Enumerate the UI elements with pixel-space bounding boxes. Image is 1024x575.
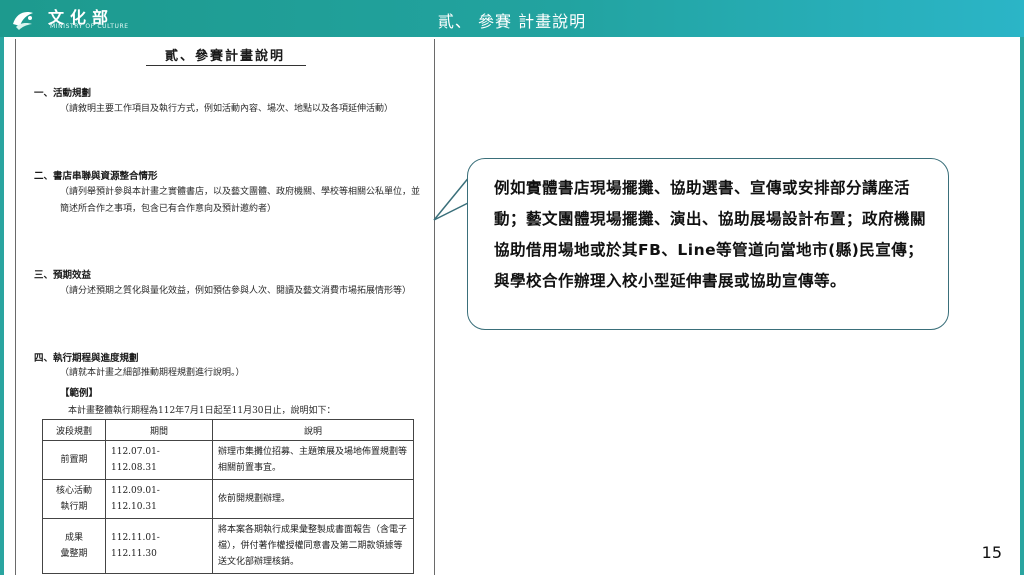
- cell-desc: 依前開規劃辦理。: [212, 479, 414, 519]
- section-text-2: （請列舉預計參與本計畫之實體書店，以及藝文團體、政府機關、學校等相關公私單位，並…: [60, 187, 421, 214]
- callout-pointer: [433, 175, 472, 221]
- cell-stage: 核心活動 執行期: [42, 479, 106, 519]
- cell-stage: 成果 彙整期: [42, 518, 106, 574]
- document-scan: 貳、參賽計畫說明 一、活動規劃 （請敘明主要工作項目及執行方式，例如活動內容、場…: [15, 39, 435, 575]
- section-text-1: （請敘明主要工作項目及執行方式，例如活動內容、場次、地點以及各項延伸活動）: [60, 104, 394, 114]
- document-title: 貳、參賽計畫說明: [164, 49, 285, 64]
- col-header-period: 期間: [105, 419, 213, 441]
- section-text-4: （請就本計畫之細部推動期程規劃進行說明。）: [60, 368, 245, 378]
- table-header-row: 波段規劃 期間 說明: [42, 419, 414, 441]
- header-bar: 文化部 MINISTRY OF CULTURE 貳、 參賽 計畫說明: [0, 0, 1024, 37]
- example-text: 本計畫整體執行期程為112年7月1日起至11月30日止，說明如下：: [68, 406, 336, 416]
- table-row: 成果 彙整期 112.11.01- 112.11.30 將本案各期執行成果彙整製…: [42, 518, 414, 574]
- title-underline: [146, 65, 306, 66]
- section-heading-1: 一、活動規劃: [34, 88, 92, 99]
- callout-text: 例如實體書店現場擺攤、協助選書、宣傳或安排部分講座活動；藝文團體現場擺攤、演出、…: [494, 179, 927, 290]
- callout-bubble: 例如實體書店現場擺攤、協助選書、宣傳或安排部分講座活動；藝文團體現場擺攤、演出、…: [467, 158, 949, 330]
- example-label: 【範例】: [60, 388, 99, 399]
- table-row: 前置期 112.07.01- 112.08.31 辦理市集攤位招募、主題策展及場…: [42, 440, 414, 480]
- cell-period: 112.07.01- 112.08.31: [105, 440, 213, 480]
- schedule-table: 波段規劃 期間 說明 前置期 112.07.01- 112.08.31 辦理市集…: [42, 419, 414, 574]
- section-heading-4: 四、執行期程與進度規劃: [34, 353, 139, 364]
- cell-period: 112.09.01- 112.10.31: [105, 479, 213, 519]
- section-heading-2: 二、書店串聯與資源整合情形: [34, 171, 158, 182]
- table-row: 核心活動 執行期 112.09.01- 112.10.31 依前開規劃辦理。: [42, 479, 414, 519]
- cell-desc: 將本案各期執行成果彙整製成書面報告（含電子檔），併付著作權授權同意書及第二期款領…: [212, 518, 414, 574]
- cell-stage: 前置期: [42, 440, 106, 480]
- cell-period: 112.11.01- 112.11.30: [105, 518, 213, 574]
- col-header-desc: 說明: [212, 419, 414, 441]
- section-text-3: （請分述預期之質化與量化效益，例如預估參與人次、閱讀及藝文消費市場拓展情形等）: [60, 286, 412, 296]
- page-number: 15: [981, 543, 1002, 562]
- col-header-stage: 波段規劃: [42, 419, 106, 441]
- cell-desc: 辦理市集攤位招募、主題策展及場地佈置規劃等相關前置事宜。: [212, 440, 414, 480]
- left-accent-rule: [0, 37, 4, 575]
- slide-title: 貳、 參賽 計畫說明: [437, 12, 587, 31]
- section-heading-3: 三、預期效益: [34, 270, 92, 281]
- right-accent-rule: [1020, 37, 1024, 575]
